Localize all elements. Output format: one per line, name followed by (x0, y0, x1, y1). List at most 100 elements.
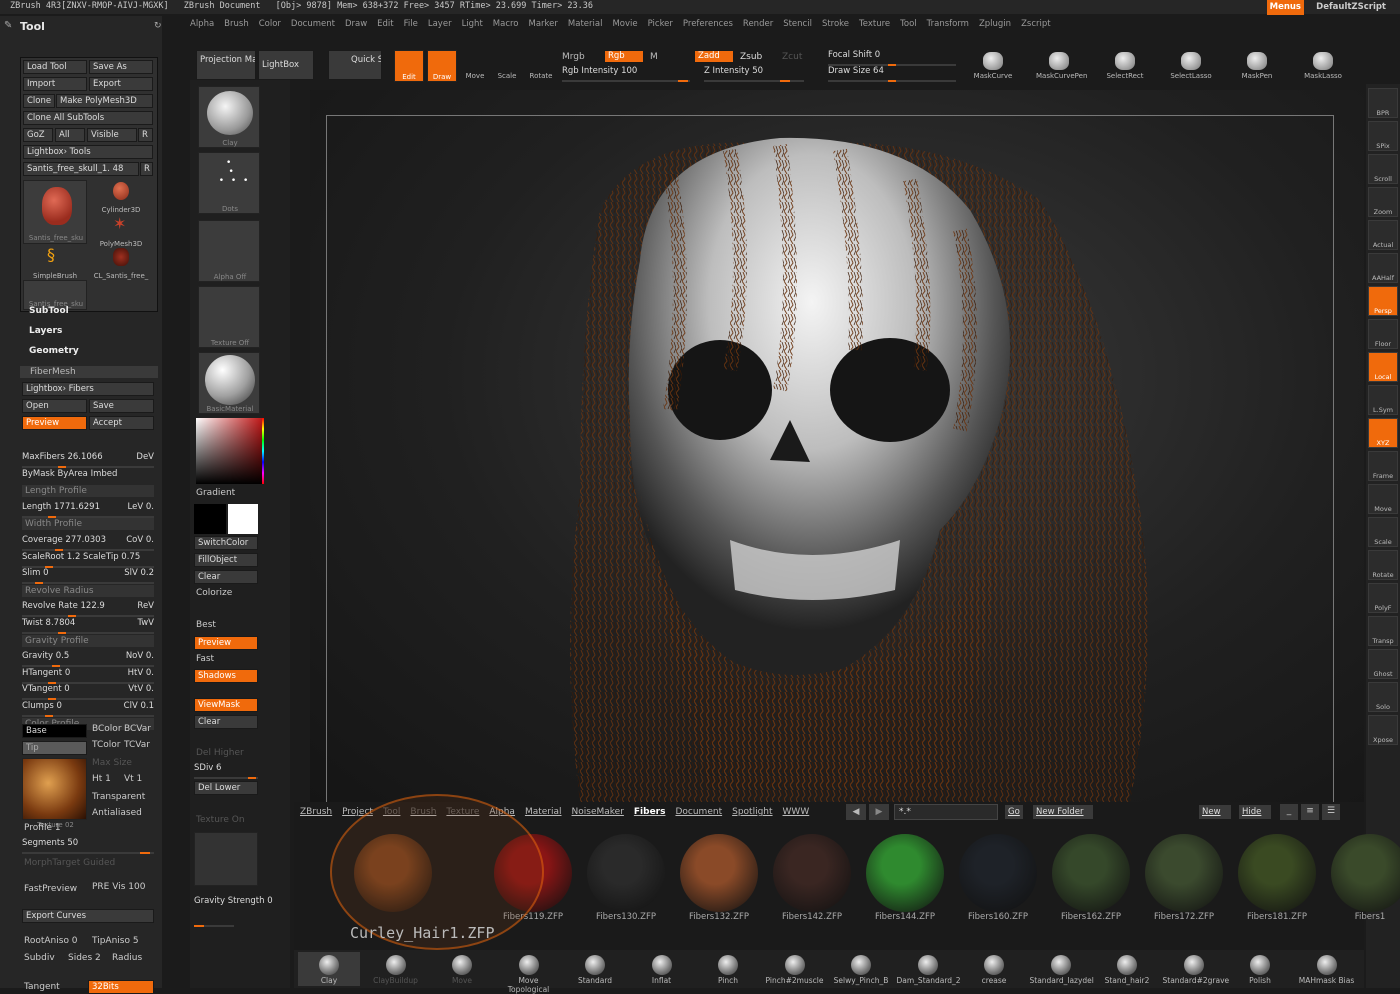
menu-item-material[interactable]: Material (568, 19, 603, 29)
menu-item-brush[interactable]: Brush (224, 19, 249, 29)
brush-polish[interactable]: Polish (1229, 952, 1291, 986)
antialiased-toggle[interactable]: Antialiased (92, 808, 142, 818)
color-picker[interactable] (196, 418, 262, 484)
brush-mahmask-bias[interactable]: MAHmask Bias (1296, 952, 1358, 986)
fiber-slider[interactable]: HTangent 0 HtV 0. (22, 668, 154, 684)
minimize-icon[interactable]: _ (1280, 804, 1298, 820)
menu-item-document[interactable]: Document (291, 19, 335, 29)
selectlasso-button[interactable]: SelectLasso (1168, 50, 1214, 82)
fiber-slider[interactable]: Slim 0 SlV 0.2 (22, 568, 154, 585)
zsub-button[interactable]: Zsub (740, 52, 762, 62)
frame-button[interactable]: Frame (1368, 451, 1398, 481)
preview-render-button[interactable]: Preview (194, 636, 258, 650)
fiber-slider[interactable]: ByMask ByArea Imbed (22, 469, 154, 485)
brush-selwy-pinch-b[interactable]: Selwy_Pinch_B (830, 952, 892, 986)
lightbox-tab-www[interactable]: WWW (783, 807, 810, 817)
material-thumb[interactable]: BasicMaterial (198, 352, 260, 414)
fiber-preset-tile[interactable] (680, 834, 758, 912)
edit-button[interactable]: Edit (394, 50, 424, 82)
rgb-button[interactable]: Rgb (604, 50, 644, 63)
rgb-intensity-slider[interactable]: Rgb Intensity 100 (562, 66, 690, 82)
fiber-preset-tile[interactable] (1238, 834, 1316, 912)
refresh-icon[interactable]: ↻ (154, 21, 162, 31)
projection-master-button[interactable]: Projection Master (196, 50, 256, 80)
lightbox-tab-zbrush[interactable]: ZBrush (300, 807, 332, 817)
fastpreview-toggle[interactable]: FastPreview (24, 884, 77, 894)
fibermesh-header[interactable]: FiberMesh (20, 366, 158, 378)
arrow-right-icon[interactable]: ▶ (869, 804, 889, 820)
transp-button[interactable]: Transp (1368, 616, 1398, 646)
switchcolor-button[interactable]: SwitchColor (194, 536, 258, 550)
brush-claybuildup[interactable]: ClayBuildup (365, 952, 427, 986)
m-button[interactable]: M (650, 52, 658, 62)
fiber-preset-tile[interactable] (587, 834, 665, 912)
fiber-preset-tile[interactable] (1145, 834, 1223, 912)
draw-size-slider[interactable]: Draw Size 64 (828, 66, 956, 82)
brush-inflat[interactable]: Inflat (631, 952, 693, 986)
list-view-icon[interactable]: ≡ (1301, 804, 1319, 820)
fiber-accept-button[interactable]: Accept (89, 416, 154, 430)
brush-standard[interactable]: Standard (564, 952, 626, 986)
subtool-section[interactable]: SubTool (29, 306, 69, 316)
menu-item-transform[interactable]: Transform (927, 19, 969, 29)
max-size-slider[interactable]: Max Size (92, 758, 132, 768)
lsym-button[interactable]: L.Sym (1368, 385, 1398, 415)
alpha-thumb[interactable]: Alpha Off (198, 220, 260, 282)
current-tool-slider[interactable]: Santis_free_skull_1. 48 (23, 162, 139, 176)
viewmask-toggle[interactable]: ViewMask (194, 698, 258, 712)
goz-visible-button[interactable]: Visible (87, 128, 137, 142)
colorize-toggle[interactable]: Colorize (196, 588, 232, 598)
tool-thumb-cl-santis[interactable]: CL_Santis_free_ (89, 246, 153, 280)
sides-slider[interactable]: Sides 2 (68, 953, 101, 963)
fiber-slider[interactable]: Length 1771.6291 LeV 0. (22, 502, 154, 518)
menu-item-marker[interactable]: Marker (529, 19, 558, 29)
new-button[interactable]: New (1198, 804, 1232, 820)
profile-header[interactable]: Width Profile (22, 518, 154, 531)
secondary-color-swatch[interactable] (228, 504, 258, 534)
selectrect-button[interactable]: SelectRect (1102, 50, 1148, 82)
clone-all-subtools-button[interactable]: Clone All SubTools (23, 111, 153, 125)
move-button[interactable]: Move (460, 50, 490, 82)
brush-pinch[interactable]: Pinch (697, 952, 759, 986)
main-color-swatch[interactable] (194, 504, 226, 534)
current-tool-r-button[interactable]: R (140, 162, 153, 176)
fiber-save-button[interactable]: Save (89, 399, 154, 413)
export-curves-button[interactable]: Export Curves (22, 909, 154, 923)
spix-button[interactable]: SPix (1368, 121, 1398, 151)
base-color-swatch[interactable]: Base (22, 724, 87, 738)
clear-mask-button[interactable]: Clear (194, 715, 258, 729)
xpose-button[interactable]: Xpose (1368, 715, 1398, 745)
zoom-button[interactable]: Zoom (1368, 187, 1398, 217)
scale-button[interactable]: Scale (1368, 517, 1398, 547)
brush-dam-standard-2[interactable]: Dam_Standard_2 (897, 952, 961, 986)
fiber-slider[interactable]: VTangent 0 VtV 0. (22, 684, 154, 701)
menus-button[interactable]: Menus (1266, 0, 1304, 15)
menu-item-render[interactable]: Render (743, 19, 773, 29)
clone-button[interactable]: Clone (23, 94, 55, 108)
goz-all-button[interactable]: All (55, 128, 85, 142)
new-folder-button[interactable]: New Folder (1032, 804, 1094, 820)
fiber-preset-tile[interactable] (866, 834, 944, 912)
maskpen-button[interactable]: MaskPen (1234, 50, 1280, 82)
fiber-preset-tile[interactable] (1052, 834, 1130, 912)
lightbox-tab-document[interactable]: Document (675, 807, 722, 817)
menu-item-picker[interactable]: Picker (648, 19, 673, 29)
gradient-label[interactable]: Gradient (196, 488, 235, 498)
fiber-slider[interactable]: Coverage 277.0303 CoV 0. (22, 535, 154, 551)
layers-section[interactable]: Layers (29, 326, 62, 336)
hue-strip[interactable] (262, 418, 264, 484)
radius-slider[interactable]: Radius (112, 953, 142, 963)
aahalf-button[interactable]: AAHalf (1368, 253, 1398, 283)
fast-render-button[interactable]: Fast (196, 654, 214, 664)
fiber-preset-tile[interactable] (959, 834, 1037, 912)
vt-slider[interactable]: Vt 1 (124, 774, 142, 784)
fiber-texture-thumb[interactable]: Texture 02 (22, 758, 87, 829)
menu-item-texture[interactable]: Texture (859, 19, 890, 29)
import-button[interactable]: Import (23, 77, 87, 91)
menu-item-layer[interactable]: Layer (428, 19, 452, 29)
brush-move[interactable]: Move (431, 952, 493, 986)
bpr-button[interactable]: BPR (1368, 88, 1398, 118)
skull-render[interactable] (310, 90, 1364, 802)
focal-shift-slider[interactable]: Focal Shift 0 (828, 50, 956, 66)
default-zscript-button[interactable]: DefaultZScript (1316, 0, 1386, 15)
